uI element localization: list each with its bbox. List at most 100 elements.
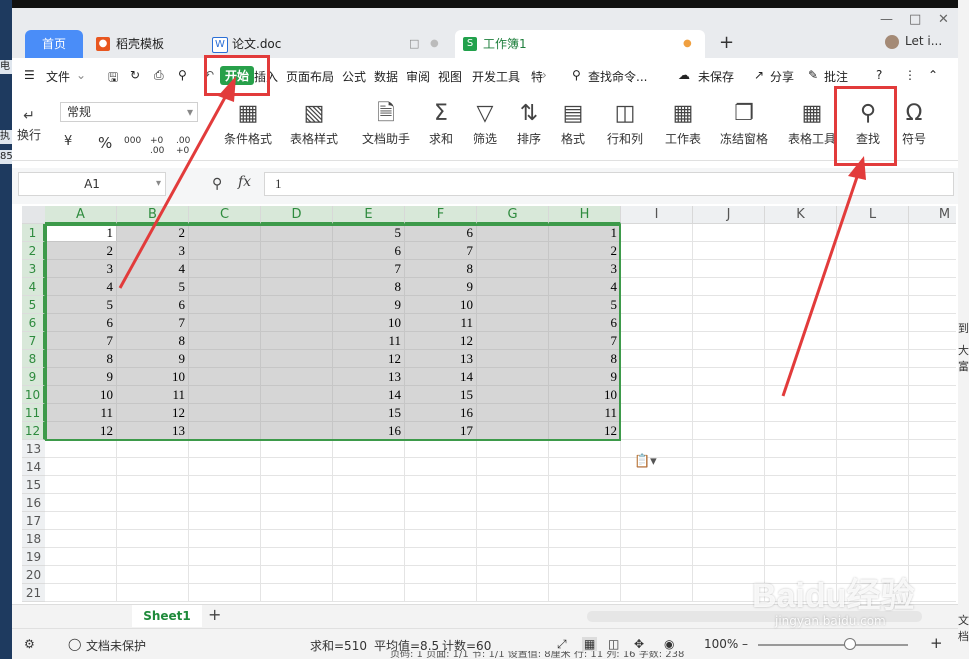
- cell[interactable]: [333, 440, 405, 458]
- cell[interactable]: 15: [405, 386, 477, 404]
- row-header[interactable]: 11: [22, 404, 45, 422]
- cell[interactable]: [621, 332, 693, 350]
- function-button[interactable]: fx: [238, 174, 251, 190]
- cell[interactable]: [549, 476, 621, 494]
- cell[interactable]: [621, 440, 693, 458]
- cell[interactable]: [261, 350, 333, 368]
- cell[interactable]: [621, 314, 693, 332]
- cell[interactable]: [189, 350, 261, 368]
- cell[interactable]: [621, 476, 693, 494]
- cell[interactable]: [261, 548, 333, 566]
- more-icon[interactable]: ⋮: [904, 68, 916, 82]
- export-pdf-icon[interactable]: ↻: [130, 68, 140, 82]
- cell[interactable]: [45, 476, 117, 494]
- cell[interactable]: [405, 512, 477, 530]
- share-button[interactable]: 分享: [770, 68, 794, 85]
- cell[interactable]: 10: [405, 296, 477, 314]
- cell[interactable]: [765, 458, 837, 476]
- cell[interactable]: [261, 332, 333, 350]
- row-header[interactable]: 1: [22, 224, 45, 242]
- cell[interactable]: [549, 494, 621, 512]
- cell[interactable]: [621, 260, 693, 278]
- cell[interactable]: [477, 530, 549, 548]
- help-button[interactable]: ?: [876, 68, 882, 82]
- collapse-ribbon-icon[interactable]: ⌃: [928, 68, 938, 82]
- cell[interactable]: 13: [405, 350, 477, 368]
- cell[interactable]: 9: [405, 278, 477, 296]
- cell[interactable]: [693, 476, 765, 494]
- search-icon[interactable]: ⚲: [572, 68, 581, 82]
- cell[interactable]: [693, 404, 765, 422]
- cell[interactable]: 16: [333, 422, 405, 440]
- cell[interactable]: [117, 476, 189, 494]
- close-icon[interactable]: ✕: [938, 12, 949, 27]
- cell[interactable]: [909, 530, 956, 548]
- cell[interactable]: [621, 458, 693, 476]
- cell[interactable]: [765, 332, 837, 350]
- cell[interactable]: [117, 566, 189, 584]
- cell[interactable]: [837, 494, 909, 512]
- cell[interactable]: 7: [117, 314, 189, 332]
- user-name[interactable]: Let i...: [905, 34, 942, 48]
- row-header[interactable]: 17: [22, 512, 45, 530]
- macro-icon[interactable]: ⚙: [24, 637, 35, 651]
- cell[interactable]: [333, 512, 405, 530]
- cell[interactable]: 6: [45, 314, 117, 332]
- cell[interactable]: [909, 476, 956, 494]
- cell[interactable]: [837, 332, 909, 350]
- cell[interactable]: [837, 314, 909, 332]
- cell[interactable]: [333, 548, 405, 566]
- column-header[interactable]: B: [117, 206, 189, 224]
- cell[interactable]: 10: [117, 368, 189, 386]
- cell[interactable]: [45, 548, 117, 566]
- cell[interactable]: 15: [333, 404, 405, 422]
- cell[interactable]: 7: [45, 332, 117, 350]
- cell[interactable]: 12: [549, 422, 621, 440]
- cell[interactable]: [477, 224, 549, 242]
- cell[interactable]: [621, 386, 693, 404]
- cell[interactable]: [837, 350, 909, 368]
- cell[interactable]: [45, 458, 117, 476]
- unsaved-button[interactable]: 未保存: [698, 68, 734, 85]
- tab-document[interactable]: W 论文.doc □ ●: [204, 30, 449, 58]
- cell[interactable]: [477, 584, 549, 602]
- cell[interactable]: [261, 386, 333, 404]
- menu-page-layout[interactable]: 页面布局: [286, 68, 334, 85]
- cell[interactable]: [405, 530, 477, 548]
- cell[interactable]: 6: [549, 314, 621, 332]
- cell[interactable]: 7: [549, 332, 621, 350]
- cell[interactable]: [765, 494, 837, 512]
- cell[interactable]: [837, 242, 909, 260]
- cell[interactable]: 14: [333, 386, 405, 404]
- cell[interactable]: 10: [333, 314, 405, 332]
- name-box[interactable]: A1 ▾: [18, 172, 166, 196]
- cell[interactable]: 5: [549, 296, 621, 314]
- cell[interactable]: [621, 278, 693, 296]
- cell[interactable]: [765, 314, 837, 332]
- cell[interactable]: [765, 476, 837, 494]
- cell[interactable]: [909, 332, 956, 350]
- column-header[interactable]: H: [549, 206, 621, 224]
- cell[interactable]: [117, 530, 189, 548]
- cell[interactable]: 13: [333, 368, 405, 386]
- cell[interactable]: 6: [405, 224, 477, 242]
- cell[interactable]: [333, 458, 405, 476]
- cell[interactable]: 10: [45, 386, 117, 404]
- cell[interactable]: [261, 368, 333, 386]
- cell[interactable]: [189, 332, 261, 350]
- format-button[interactable]: ▤ 格式: [556, 100, 590, 147]
- cell[interactable]: [189, 584, 261, 602]
- chevron-down-icon[interactable]: ⌄: [76, 68, 86, 82]
- cell[interactable]: [405, 440, 477, 458]
- cell[interactable]: [693, 332, 765, 350]
- cell[interactable]: [909, 278, 956, 296]
- cell[interactable]: [765, 440, 837, 458]
- column-header[interactable]: C: [189, 206, 261, 224]
- cell[interactable]: [837, 224, 909, 242]
- sum-button[interactable]: Σ 求和: [424, 100, 458, 147]
- cell[interactable]: [621, 296, 693, 314]
- cell[interactable]: 6: [117, 296, 189, 314]
- cell[interactable]: 12: [333, 350, 405, 368]
- cell[interactable]: [261, 440, 333, 458]
- cell[interactable]: [837, 512, 909, 530]
